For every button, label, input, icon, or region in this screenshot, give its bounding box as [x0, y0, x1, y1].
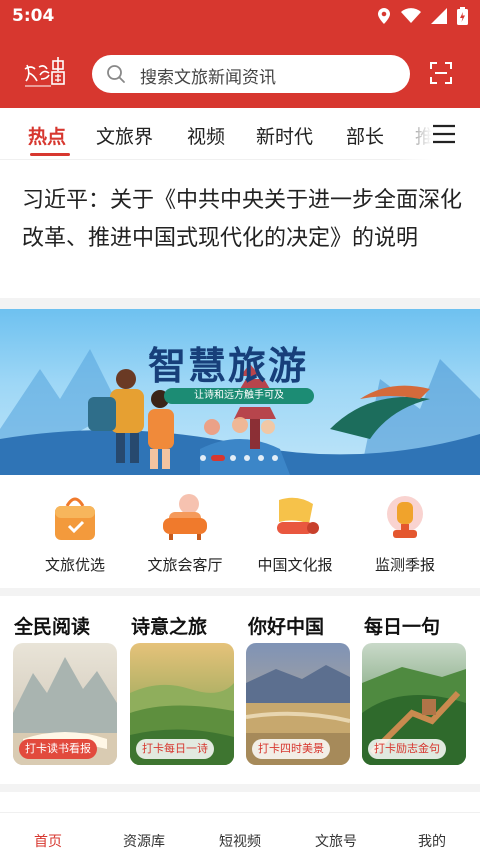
card-badge: 打卡励志金句: [368, 739, 446, 759]
carousel-dot[interactable]: [200, 455, 206, 461]
tab-video[interactable]: 视频: [187, 122, 225, 149]
battery-icon: [457, 7, 468, 25]
tab-hot[interactable]: 热点: [28, 122, 66, 149]
section-divider: [0, 588, 480, 596]
menu-icon[interactable]: [432, 123, 456, 145]
app-header: 5:04 搜索文旅新闻资讯: [0, 0, 480, 108]
quick-item-lounge[interactable]: 文旅会客厅: [130, 490, 240, 575]
location-icon: [378, 8, 390, 24]
card-daily-quote[interactable]: 打卡励志金句: [362, 643, 466, 765]
headline-article[interactable]: 习近平：关于《中共中央关于进一步全面深化改革、推进中国式现代化的决定》的说明: [22, 182, 462, 258]
shopping-bag-icon: [55, 497, 95, 540]
nav-accounts[interactable]: 文旅号: [288, 831, 384, 851]
quick-label: 监测季报: [374, 556, 435, 574]
quick-access-grid: 文旅优选 文旅会客厅 中国文化报 监测季报: [0, 476, 480, 588]
tab-new-era[interactable]: 新时代: [256, 122, 313, 149]
status-time: 5:04: [12, 6, 55, 26]
bottom-nav: 首页 资源库 短视频 文旅号 我的: [0, 812, 480, 854]
carousel-dot[interactable]: [272, 455, 278, 461]
banner-subtitle: 让诗和远方触手可及: [164, 388, 314, 404]
quick-item-newspaper[interactable]: 中国文化报: [240, 490, 350, 575]
quick-label: 中国文化报: [257, 556, 333, 574]
tab-culture-tourism[interactable]: 文旅界: [96, 122, 153, 149]
card-badge: 打卡四时美景: [252, 739, 330, 759]
scroll-icon: [277, 497, 319, 534]
carousel-dots: [0, 455, 480, 463]
quick-label: 文旅会客厅: [147, 556, 223, 574]
signal-icon: [431, 8, 447, 24]
promo-banner[interactable]: 智慧旅游 让诗和远方触手可及: [0, 309, 480, 475]
section-title-hello-china[interactable]: 你好中国: [248, 612, 324, 639]
section-title-reading[interactable]: 全民阅读: [14, 612, 90, 639]
quick-item-selection[interactable]: 文旅优选: [20, 490, 130, 575]
card-poetry[interactable]: 打卡每日一诗: [130, 643, 234, 765]
status-bar: 5:04: [0, 0, 480, 34]
banner-title: 智慧旅游: [148, 343, 309, 388]
carousel-dot-active[interactable]: [211, 455, 225, 461]
status-icons: [377, 7, 468, 25]
sofa-icon: [163, 494, 207, 540]
search-bar[interactable]: 搜索文旅新闻资讯: [92, 55, 410, 93]
carousel-dot[interactable]: [244, 455, 250, 461]
card-badge: 打卡读书看报: [19, 739, 97, 759]
nav-resources[interactable]: 资源库: [96, 831, 192, 851]
carousel-dot[interactable]: [230, 455, 236, 461]
wifi-icon: [401, 8, 421, 23]
tab-minister[interactable]: 部长: [346, 122, 384, 149]
quick-label: 文旅优选: [44, 556, 105, 574]
section-title-daily-quote[interactable]: 每日一句: [364, 612, 440, 639]
category-tabs: 热点 文旅界 视频 新时代 部长 推: [0, 108, 480, 160]
section-divider: [0, 298, 480, 309]
card-reading[interactable]: 打卡读书看报: [13, 643, 117, 765]
nav-profile[interactable]: 我的: [384, 831, 480, 851]
lantern-icon: [387, 496, 423, 538]
app-logo[interactable]: [22, 55, 68, 89]
section-divider: [0, 784, 480, 792]
active-tab-indicator: [30, 153, 70, 156]
section-title-poetry[interactable]: 诗意之旅: [131, 612, 207, 639]
card-hello-china[interactable]: 打卡四时美景: [246, 643, 350, 765]
quick-item-report[interactable]: 监测季报: [350, 490, 460, 575]
nav-home[interactable]: 首页: [0, 831, 96, 851]
carousel-dot[interactable]: [258, 455, 264, 461]
nav-short-video[interactable]: 短视频: [192, 831, 288, 851]
search-placeholder: 搜索文旅新闻资讯: [140, 68, 276, 88]
card-badge: 打卡每日一诗: [136, 739, 214, 759]
search-icon: [107, 65, 125, 83]
scan-icon[interactable]: [430, 62, 452, 84]
